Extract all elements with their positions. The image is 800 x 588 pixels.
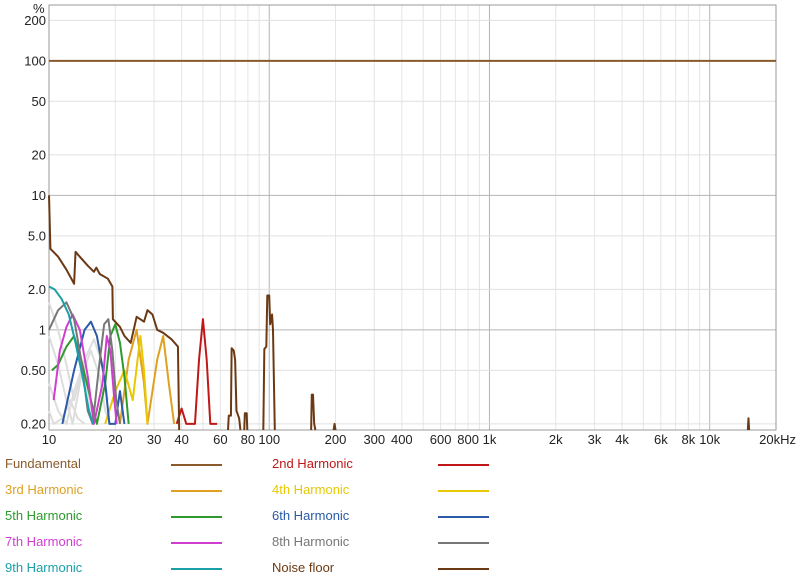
series-lines (48, 59, 776, 431)
legend-item-fundamental: Fundamental (0, 452, 226, 474)
x-axis-ticks: 10 20 30 40 60 80 100 200 300 400 600 800 1k 2k 3k 4k 6k… (42, 432, 796, 447)
y-tick-label: 100 (24, 53, 46, 68)
series-line-noise-floor (243, 412, 249, 431)
x-tick-label: 800 (457, 432, 479, 447)
legend-item-6th-harmonic: 6th Harmonic (267, 504, 493, 526)
y-tick-label: 2.0 (28, 282, 46, 297)
y-tick-label: 0.20 (21, 416, 46, 431)
series-line-noise-floor (310, 393, 317, 431)
y-tick-label: 10 (32, 188, 46, 203)
x-tick-label: 60 (213, 432, 227, 447)
x-tick-label: 600 (430, 432, 452, 447)
minor-grid (114, 5, 777, 430)
y-axis-ticks: 200 100 50 20 10 5.0 2.0 1 0.50 0.20 (21, 13, 46, 432)
legend-label: 8th Harmonic (272, 534, 350, 549)
x-tick-label: 30 (147, 432, 161, 447)
legend-swatch (171, 490, 222, 492)
legend-swatch (438, 490, 489, 492)
legend-label: 3rd Harmonic (5, 482, 84, 497)
legend-item-3rd-harmonic: 3rd Harmonic (0, 478, 226, 500)
y-tick-label: 1 (39, 322, 46, 337)
x-tick-label: 1k (483, 432, 497, 447)
legend-label: 7th Harmonic (5, 534, 83, 549)
legend-item-noise-floor: Noise floor (267, 556, 493, 578)
legend-label: 2nd Harmonic (272, 456, 353, 471)
y-tick-label: 20 (32, 147, 46, 162)
legend-swatch (438, 516, 489, 518)
x-tick-label: 10k (699, 432, 720, 447)
x-tick-label: 8k (681, 432, 695, 447)
legend-label: 4th Harmonic (272, 482, 350, 497)
legend-item-8th-harmonic: 8th Harmonic (267, 530, 493, 552)
x-tick-label: 80 (241, 432, 255, 447)
series-line-noise-floor (332, 422, 337, 431)
legend-label: Fundamental (5, 456, 81, 471)
y-tick-label: 0.50 (21, 363, 46, 378)
x-tick-label: 20 (108, 432, 122, 447)
legend-swatch (171, 464, 222, 466)
legend-swatch (438, 464, 489, 466)
series-line-2nd-harmonic (175, 318, 218, 425)
legend-label: 5th Harmonic (5, 508, 83, 523)
chart-legend: Fundamental 2nd Harmonic 3rd Harmonic 4th H… (0, 452, 800, 588)
x-tick-label: 20kHz (759, 432, 796, 447)
harmonic-distortion-chart: % 2001005020105.02.010.500.20 10 20 30 40 60… (21, 1, 796, 447)
x-tick-label: 4k (615, 432, 629, 447)
legend-swatch (171, 568, 222, 570)
legend-label: 6th Harmonic (272, 508, 350, 523)
y-tick-label: 5.0 (28, 228, 46, 243)
legend-label: Noise floor (272, 560, 335, 575)
legend-item-7th-harmonic: 7th Harmonic (0, 530, 226, 552)
legend-swatch (171, 516, 222, 518)
y-tick-label: 200 (24, 13, 46, 28)
x-tick-label: 6k (654, 432, 668, 447)
major-grid (49, 5, 776, 430)
legend-swatch (438, 568, 489, 570)
x-tick-label: 10 (42, 432, 56, 447)
x-tick-label: 2k (549, 432, 563, 447)
x-tick-label: 300 (363, 432, 385, 447)
series-line-noise-floor (227, 347, 242, 431)
series-line-noise-floor (746, 417, 751, 431)
x-tick-label: 200 (325, 432, 347, 447)
x-tick-label: 400 (391, 432, 413, 447)
legend-item-9th-harmonic: 9th Harmonic (0, 556, 226, 578)
legend-item-4th-harmonic: 4th Harmonic (267, 478, 493, 500)
y-tick-label: 50 (32, 94, 46, 109)
legend-swatch (171, 542, 222, 544)
x-tick-label: 100 (258, 432, 280, 447)
x-tick-label: 40 (174, 432, 188, 447)
legend-item-2nd-harmonic: 2nd Harmonic (267, 452, 493, 474)
plot-frame (48, 4, 777, 431)
legend-item-5th-harmonic: 5th Harmonic (0, 504, 226, 526)
legend-swatch (438, 542, 489, 544)
x-tick-label: 3k (588, 432, 602, 447)
legend-label: 9th Harmonic (5, 560, 83, 575)
